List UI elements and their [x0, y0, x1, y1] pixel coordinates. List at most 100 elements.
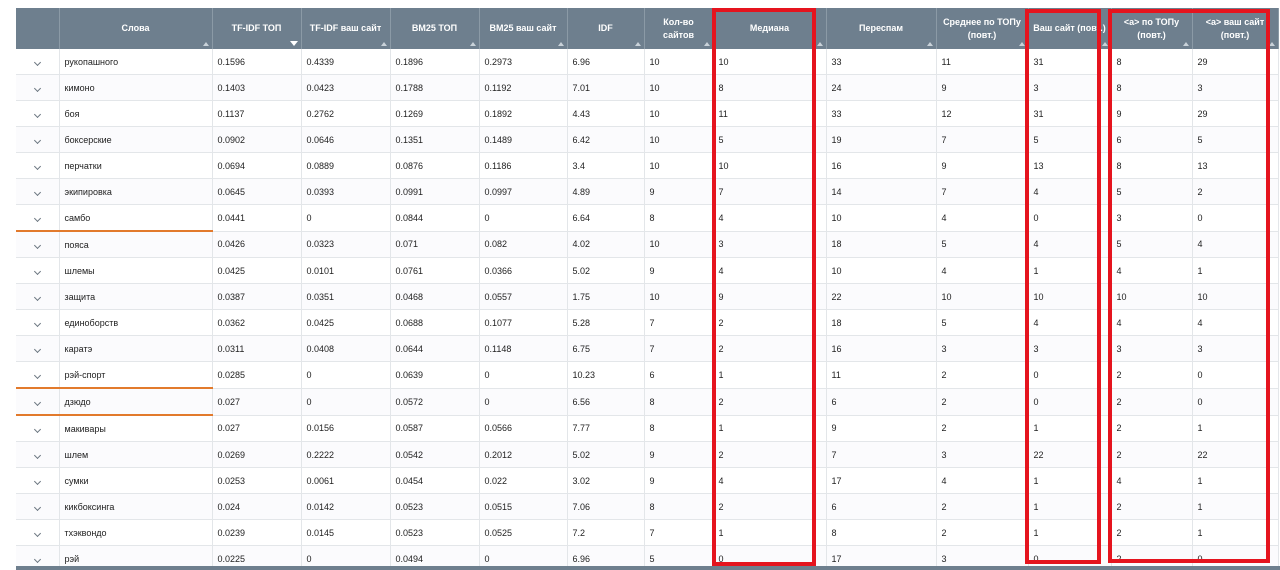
cell-word: боксерские [59, 126, 213, 153]
column-header-label: TF-IDF ваш сайт [309, 23, 382, 33]
cell-overspam: 18 [826, 231, 937, 258]
sort-icon[interactable] [1182, 42, 1189, 46]
cell-bm25-top: 0.1896 [390, 49, 480, 75]
table-row[interactable]: защита 0.0387 0.0351 0.0468 0.0557 1.75 10 9 22 1… [16, 283, 1279, 310]
table-row[interactable]: рэй-спорт 0.0285 0 0.0639 0 10.23 6 1 11 2 0 2 0 [16, 361, 1279, 389]
column-header-avg-top[interactable]: Среднее по ТОПу (повт.) [936, 8, 1029, 49]
column-header-median[interactable]: Медиана [713, 8, 827, 49]
expand-row-button[interactable] [16, 309, 60, 336]
table-row[interactable]: боя 0.1137 0.2762 0.1269 0.1892 4.43 10 11 33 12 3… [16, 100, 1279, 127]
column-header-label: IDF [598, 23, 613, 33]
sort-icon[interactable] [469, 42, 476, 46]
expand-row-button[interactable] [16, 74, 60, 101]
expand-row-button[interactable] [16, 467, 60, 494]
expand-row-button[interactable] [16, 415, 60, 442]
sort-icon[interactable] [816, 42, 823, 46]
cell-idf: 7.06 [567, 493, 645, 520]
expand-row-button[interactable] [16, 126, 60, 153]
sort-icon[interactable] [1268, 42, 1275, 46]
cell-bm25-top: 0.071 [390, 231, 480, 258]
column-header-tfidf-top[interactable]: TF-IDF ТОП [212, 8, 302, 49]
sort-icon[interactable] [703, 42, 710, 46]
sort-icon[interactable] [202, 42, 209, 46]
column-header-a-top[interactable]: <a> по ТОПу (повт.) [1111, 8, 1193, 49]
cell-a-site: 10 [1192, 283, 1279, 310]
expand-row-button[interactable] [16, 49, 60, 75]
table-row[interactable]: рукопашного 0.1596 0.4339 0.1896 0.2973 6.96 1… [16, 49, 1279, 75]
expand-row-button[interactable] [16, 283, 60, 310]
cell-bm25-site: 0.0366 [479, 257, 568, 284]
chevron-down-icon [33, 451, 41, 459]
cell-a-site: 1 [1192, 519, 1279, 546]
column-header-a-site[interactable]: <a> ваш сайт (повт.) [1192, 8, 1279, 49]
expand-row-button[interactable] [16, 335, 60, 362]
cell-tfidf-top: 0.0902 [212, 126, 302, 153]
column-header-word[interactable]: Слова [59, 8, 213, 49]
cell-sites: 9 [644, 441, 714, 468]
column-header-tfidf-site[interactable]: TF-IDF ваш сайт [301, 8, 391, 49]
column-header-label: Переспам [859, 23, 903, 33]
table-row[interactable]: экипировка 0.0645 0.0393 0.0991 0.0997 4.89 9 7… [16, 178, 1279, 205]
cell-tfidf-top: 0.1596 [212, 49, 302, 75]
cell-idf: 3.4 [567, 152, 645, 179]
cell-sites: 7 [644, 335, 714, 362]
table-row[interactable]: боксерские 0.0902 0.0646 0.1351 0.1489 6.42 10… [16, 126, 1279, 153]
table-row[interactable]: самбо 0.0441 0 0.0844 0 6.64 8 4 10 4 0 3 0 [16, 204, 1279, 232]
cell-bm25-top: 0.1269 [390, 100, 480, 127]
table-row[interactable]: шлем 0.0269 0.2222 0.0542 0.2012 5.02 9 2 7 3 22 2 2… [16, 441, 1279, 468]
expand-row-button[interactable] [16, 493, 60, 520]
cell-word: дзюдо [59, 388, 213, 416]
table-row[interactable]: сумки 0.0253 0.0061 0.0454 0.022 3.02 9 4 17 4 1 4 1 [16, 467, 1279, 494]
sort-desc-icon[interactable] [289, 41, 298, 46]
sort-icon[interactable] [557, 42, 564, 46]
sort-icon[interactable] [1101, 42, 1108, 46]
cell-bm25-site: 0.2012 [479, 441, 568, 468]
expand-row-button[interactable] [16, 231, 60, 258]
cell-median: 1 [713, 361, 827, 389]
table-row[interactable]: единоборств 0.0362 0.0425 0.0688 0.1077 5.28 7… [16, 309, 1279, 336]
cell-bm25-site: 0.1892 [479, 100, 568, 127]
expand-row-button[interactable] [16, 152, 60, 179]
cell-a-top: 4 [1111, 257, 1193, 284]
table-row[interactable]: перчатки 0.0694 0.0889 0.0876 0.1186 3.4 10 10 1… [16, 152, 1279, 179]
cell-tfidf-top: 0.0239 [212, 519, 302, 546]
cell-avg-top: 2 [936, 415, 1029, 442]
cell-word: рукопашного [59, 49, 213, 75]
cell-your-site: 1 [1028, 257, 1112, 284]
expand-row-button[interactable] [16, 441, 60, 468]
expand-row-button[interactable] [16, 519, 60, 546]
expand-row-button[interactable] [16, 204, 60, 232]
cell-idf: 6.75 [567, 335, 645, 362]
column-header-bm25-site[interactable]: BM25 ваш сайт [479, 8, 568, 49]
column-header-sites[interactable]: Кол-во сайтов [644, 8, 714, 49]
expand-row-button[interactable] [16, 178, 60, 205]
cell-your-site: 4 [1028, 178, 1112, 205]
table-row[interactable]: пояса 0.0426 0.0323 0.071 0.082 4.02 10 3 18 5 4 5 4 [16, 231, 1279, 258]
table-row[interactable]: кимоно 0.1403 0.0423 0.1788 0.1192 7.01 10 8 24 9… [16, 74, 1279, 101]
table-row[interactable]: макивары 0.027 0.0156 0.0587 0.0566 7.77 8 1 9 2 1… [16, 415, 1279, 442]
column-header-your-site[interactable]: Ваш сайт (повт.) [1028, 8, 1112, 49]
column-header-bm25-top[interactable]: BM25 ТОП [390, 8, 480, 49]
column-header-idf[interactable]: IDF [567, 8, 645, 49]
cell-word: самбо [59, 204, 213, 232]
sort-icon[interactable] [380, 42, 387, 46]
expand-row-button[interactable] [16, 257, 60, 284]
table-row[interactable]: тхэквондо 0.0239 0.0145 0.0523 0.0525 7.2 7 1 8 2… [16, 519, 1279, 546]
sort-icon[interactable] [634, 42, 641, 46]
table-row[interactable]: каратэ 0.0311 0.0408 0.0644 0.1148 6.75 7 2 16 3 3… [16, 335, 1279, 362]
table-row[interactable]: кикбоксинга 0.024 0.0142 0.0523 0.0515 7.06 8 2… [16, 493, 1279, 520]
cell-a-top: 2 [1111, 388, 1193, 416]
cell-sites: 8 [644, 388, 714, 416]
cell-median: 9 [713, 283, 827, 310]
expand-row-button[interactable] [16, 388, 60, 416]
expand-row-button[interactable] [16, 361, 60, 389]
cell-word: кимоно [59, 74, 213, 101]
sort-icon[interactable] [926, 42, 933, 46]
table-row[interactable]: шлемы 0.0425 0.0101 0.0761 0.0366 5.02 9 4 10 4 1 4… [16, 257, 1279, 284]
column-header-overspam[interactable]: Переспам [826, 8, 937, 49]
sort-icon[interactable] [1018, 42, 1025, 46]
cell-tfidf-site: 0.0323 [301, 231, 391, 258]
cell-avg-top: 2 [936, 388, 1029, 416]
expand-row-button[interactable] [16, 100, 60, 127]
table-row[interactable]: дзюдо 0.027 0 0.0572 0 6.56 8 2 6 2 0 2 0 [16, 388, 1279, 416]
